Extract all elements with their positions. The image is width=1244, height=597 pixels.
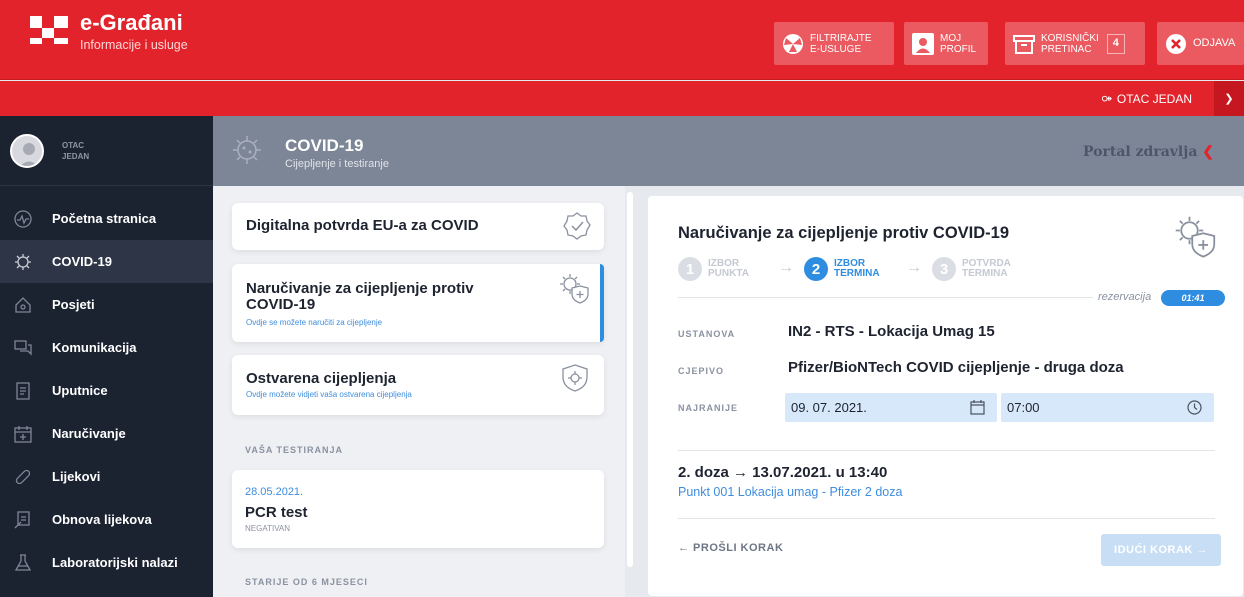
calendar-icon[interactable]	[970, 400, 985, 415]
divider	[678, 297, 1093, 298]
shield-virus-icon	[562, 364, 588, 392]
certificate-check-icon	[563, 212, 591, 240]
selected-location[interactable]: Punkt 001 Lokacija umag - Pfizer 2 doza	[678, 485, 902, 499]
portal-zdravlja-logo[interactable]: Portal zdravlja ❮	[1083, 144, 1214, 160]
booking-form-panel: Naručivanje za cijepljenje protiv COVID-…	[648, 196, 1243, 596]
older-section-label: STARIJE OD 6 MJESECI	[245, 577, 368, 587]
filter-services-button[interactable]: FILTRIRAJTE E-USLUGE	[774, 22, 894, 65]
wave-icon	[14, 209, 32, 228]
brand-title[interactable]: e-Građani	[80, 10, 183, 36]
top-bar: e-Građani Informacije i usluge FILTRIRAJ…	[0, 0, 1244, 80]
home-icon	[15, 296, 31, 313]
test-result: NEGATIVAN	[245, 524, 291, 533]
divider	[678, 518, 1215, 519]
divider	[678, 450, 1215, 451]
test-name: PCR test	[245, 504, 308, 521]
user-menu-toggle[interactable]: ❯	[1214, 81, 1244, 116]
sidebar-item-booking[interactable]: Naručivanje	[0, 412, 213, 455]
step-2: 2 IZBOR TERMINA	[804, 257, 880, 281]
institution-value: IN2 - RTS - Lokacija Umag 15	[788, 323, 995, 340]
chevron-down-icon: ❯	[1224, 93, 1234, 105]
virus-icon	[233, 136, 261, 164]
logout-button[interactable]: ODJAVA	[1157, 22, 1244, 65]
page-title: COVID-19	[285, 136, 364, 155]
sidebar-item-lab-results[interactable]: Laboratorijski nalazi	[0, 541, 213, 584]
step-3: 3 POTVRDA TERMINA	[932, 257, 1011, 281]
earliest-time-input[interactable]: 07:00	[1001, 393, 1214, 422]
page-header: COVID-19 Cijepljenje i testiranje Portal…	[213, 116, 1244, 186]
test-card[interactable]: 28.05.2021. PCR test NEGATIVAN	[232, 470, 604, 548]
my-profile-button[interactable]: MOJ PROFIL	[904, 22, 988, 65]
vaccine-value: Pfizer/BioNTech COVID cijepljenje - drug…	[788, 359, 1124, 376]
sidebar-item-communication[interactable]: Komunikacija	[0, 326, 213, 369]
reservation-timer: 01:41	[1161, 290, 1225, 306]
brand-subtitle: Informacije i usluge	[80, 38, 188, 52]
virus-icon	[15, 253, 31, 270]
vaccine-shield-icon	[560, 274, 589, 304]
sidebar-item-medications[interactable]: Lijekovi	[0, 455, 213, 498]
page-subtitle: Cijepljenje i testiranje	[285, 158, 389, 170]
sidebar-item-home[interactable]: Početna stranica	[0, 197, 213, 240]
user-bar: ⚩ OTAC JEDAN ❯	[0, 81, 1244, 116]
sidebar-item-visits[interactable]: Posjeti	[0, 283, 213, 326]
person-icon: ⚩	[1101, 92, 1112, 106]
tests-section-label: VAŠA TESTIRANJA	[245, 445, 344, 455]
close-icon	[1165, 33, 1187, 55]
avatar	[10, 133, 44, 168]
prescription-icon	[14, 510, 30, 528]
inbox-count-badge: 4	[1106, 33, 1125, 54]
completed-vaccinations-card[interactable]: Ostvarena cijepljenja Ovdje možete vidje…	[232, 355, 604, 415]
vaccination-booking-card[interactable]: Naručivanje za cijepljenje protiv COVID-…	[232, 264, 604, 342]
test-date: 28.05.2021.	[245, 486, 304, 498]
user-inbox-button[interactable]: KORISNIČKI PRETINAC 4	[1005, 22, 1145, 65]
calendar-plus-icon	[14, 425, 32, 443]
next-step-button[interactable]: IDUĆI KORAK →	[1101, 534, 1221, 566]
pill-icon	[15, 469, 31, 484]
sidebar-item-renewal[interactable]: Obnova lijekova	[0, 498, 213, 541]
filter-icon	[782, 33, 804, 55]
arrow-right-icon: →	[778, 259, 794, 276]
vaccine-shield-icon	[1175, 216, 1216, 258]
clock-icon[interactable]	[1187, 400, 1202, 415]
sidebar-item-referrals[interactable]: Uputnice	[0, 369, 213, 412]
inbox-icon	[1013, 33, 1035, 55]
profile-icon	[912, 32, 934, 55]
earliest-date-input[interactable]: 09. 07. 2021.	[785, 393, 997, 422]
e-gradani-logo[interactable]	[30, 16, 68, 44]
document-icon	[16, 381, 30, 400]
middle-scrollbar[interactable]	[627, 192, 633, 567]
sidebar-user[interactable]: OTAC JEDAN	[0, 116, 213, 186]
form-title: Naručivanje za cijepljenje protiv COVID-…	[678, 224, 1010, 242]
selected-term: 2. doza → 13.07.2021. u 13:40	[678, 464, 888, 481]
sidebar: OTAC JEDAN Početna stranica COVID-19 Pos…	[0, 116, 213, 597]
previous-step-button[interactable]: ← PROŠLI KORAK	[678, 542, 783, 554]
reservation-label: rezervacija	[1098, 291, 1152, 303]
step-1: 1 IZBOR PUNKTA	[678, 257, 749, 281]
arrow-right-icon: →	[906, 259, 922, 276]
eu-certificate-card[interactable]: Digitalna potvrda EU-a za COVID	[232, 203, 604, 250]
flask-icon	[14, 553, 32, 571]
chat-icon	[14, 339, 32, 356]
sidebar-item-covid[interactable]: COVID-19	[0, 240, 213, 283]
user-menu[interactable]: ⚩ OTAC JEDAN	[1102, 92, 1192, 106]
